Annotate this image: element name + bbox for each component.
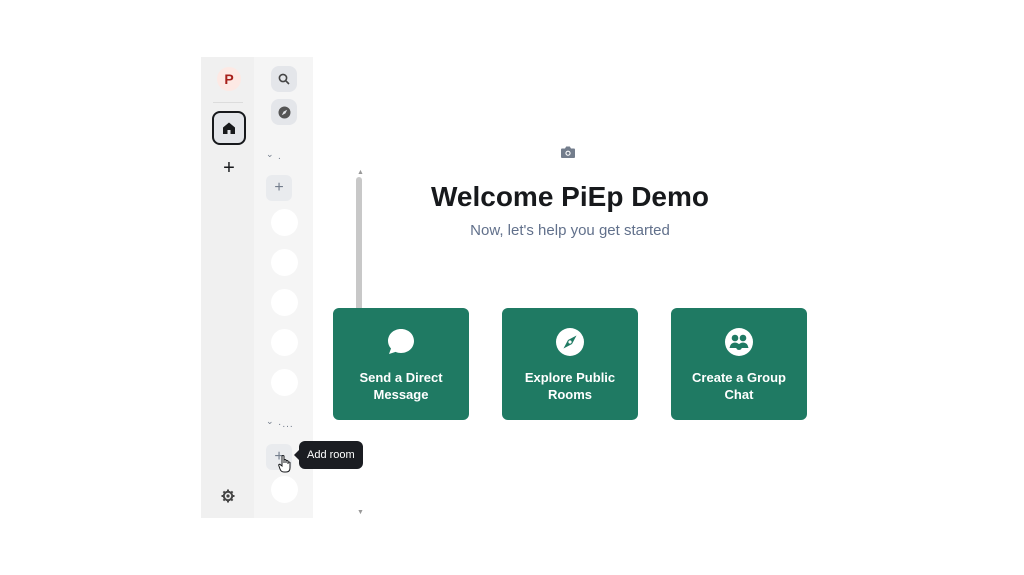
create-group-chat-button[interactable]: Create a Group Chat <box>671 308 807 420</box>
card-label: Explore Public Rooms <box>524 370 616 402</box>
plus-icon: + <box>223 156 235 179</box>
camera-icon[interactable] <box>560 145 576 159</box>
room-avatar-placeholder[interactable] <box>271 329 298 356</box>
room-avatar-placeholder[interactable] <box>271 476 298 503</box>
room-avatar-placeholder[interactable] <box>271 209 298 236</box>
explore-rooms-button[interactable] <box>271 99 297 125</box>
scroll-down-arrow-icon[interactable]: ▼ <box>357 509 364 516</box>
compass-icon <box>556 328 584 356</box>
welcome-subtitle: Now, let's help you get started <box>470 222 670 239</box>
section-chevron-icon[interactable]: ⌄ <box>266 416 274 427</box>
home-icon <box>223 122 235 134</box>
space-bar-divider <box>213 102 243 103</box>
welcome-title: Welcome PiEp Demo <box>430 181 709 212</box>
send-direct-message-button[interactable]: Send a Direct Message <box>333 308 469 420</box>
app-window: P + ⌄ . + ⌄ ·... + ▲ ▼ Add room <box>201 57 821 518</box>
room-avatar-placeholder[interactable] <box>271 289 298 316</box>
section-header[interactable]: . <box>278 151 282 162</box>
room-avatar-placeholder[interactable] <box>271 249 298 276</box>
group-icon <box>725 328 753 356</box>
gear-icon <box>221 489 235 503</box>
create-space-button[interactable]: + <box>219 156 239 179</box>
add-room-tooltip: Add room <box>294 441 363 469</box>
home-button[interactable] <box>212 111 246 145</box>
card-label: Send a Direct Message <box>359 370 443 402</box>
card-label: Create a Group Chat <box>692 370 786 402</box>
search-button[interactable] <box>271 66 297 92</box>
section-header[interactable]: ·... <box>278 419 294 430</box>
hand-cursor-icon <box>278 455 291 473</box>
scroll-up-arrow-icon[interactable]: ▲ <box>357 169 364 176</box>
add-room-tile[interactable]: + <box>266 175 292 201</box>
plus-icon: + <box>274 179 284 196</box>
space-bar: P + <box>201 57 254 518</box>
chat-bubble-icon <box>388 329 414 354</box>
user-avatar[interactable]: P <box>217 67 241 91</box>
search-icon <box>278 73 290 85</box>
tooltip-text: Add room <box>307 449 355 461</box>
settings-button[interactable] <box>219 487 237 505</box>
explore-public-rooms-button[interactable]: Explore Public Rooms <box>502 308 638 420</box>
section-chevron-icon[interactable]: ⌄ <box>266 149 274 160</box>
room-avatar-placeholder[interactable] <box>271 369 298 396</box>
compass-icon <box>278 106 290 118</box>
